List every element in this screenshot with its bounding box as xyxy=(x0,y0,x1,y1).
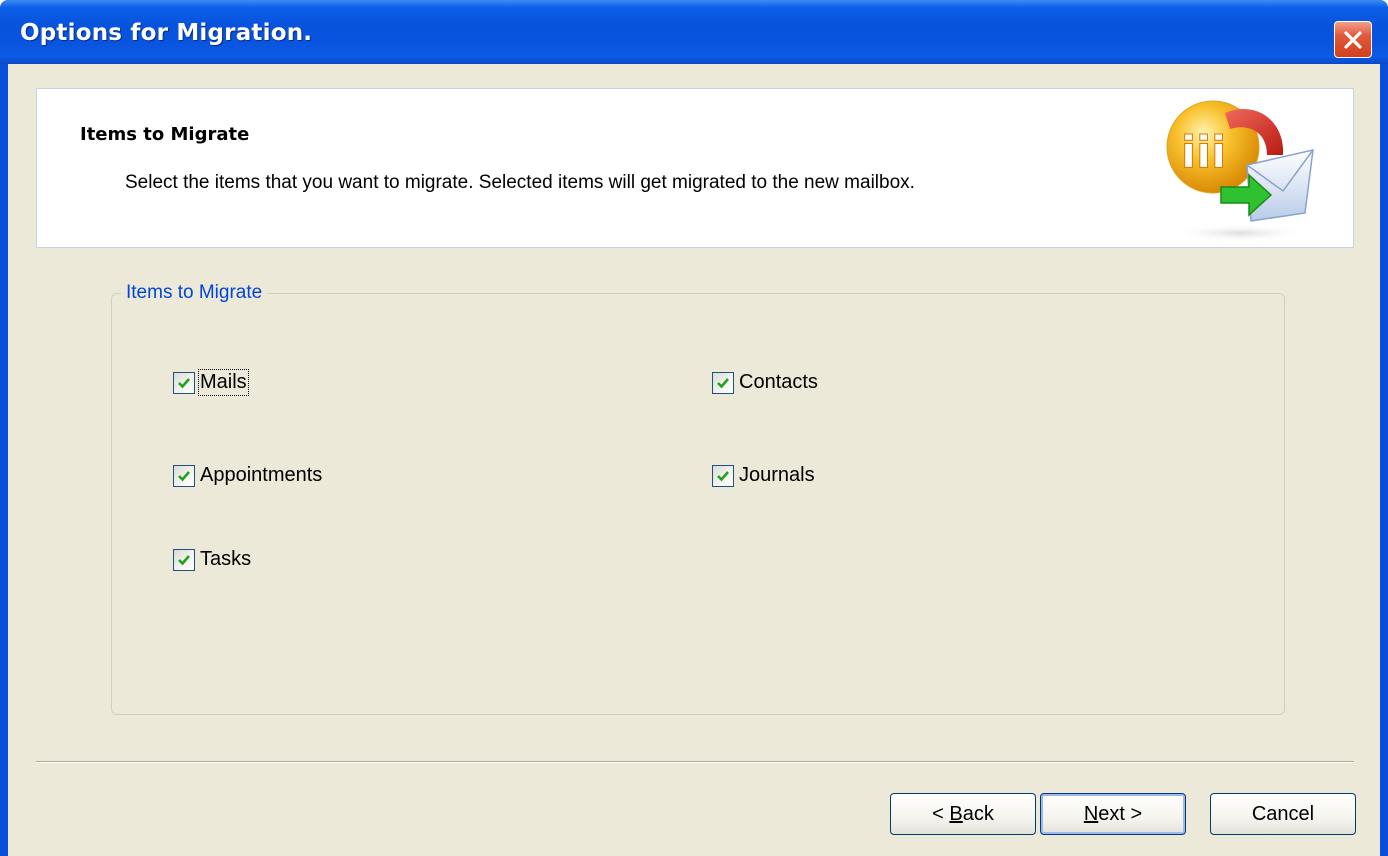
checkbox-label: Tasks xyxy=(200,548,252,570)
checkbox-label: Contacts xyxy=(739,371,818,393)
checkbox-journals[interactable]: Journals xyxy=(712,464,815,487)
groupbox-legend: Items to Migrate xyxy=(121,282,268,304)
checkbox-box[interactable] xyxy=(173,464,195,487)
checkbox-label: Appointments xyxy=(200,464,323,486)
close-x-icon xyxy=(1344,30,1362,49)
checkmark-icon xyxy=(717,470,729,481)
header-title: Items to Migrate xyxy=(80,124,250,145)
header-panel: Items to Migrate Select the items that y… xyxy=(36,88,1354,248)
checkmark-icon xyxy=(178,554,190,565)
migration-logo-icon: iii xyxy=(1166,100,1314,242)
checkbox-box[interactable] xyxy=(173,371,195,394)
svg-text:iii: iii xyxy=(1181,127,1226,178)
close-button[interactable] xyxy=(1334,21,1372,58)
back-mnemonic: B xyxy=(949,802,963,825)
back-prefix: < xyxy=(932,802,950,825)
checkbox-label: Mails xyxy=(198,369,249,396)
checkmark-icon xyxy=(178,377,190,388)
back-button[interactable]: < Back xyxy=(890,793,1036,835)
back-rest: ack xyxy=(962,802,994,825)
checkmark-icon xyxy=(717,377,729,388)
next-mnemonic: N xyxy=(1083,802,1099,825)
checkbox-tasks[interactable]: Tasks xyxy=(173,548,251,571)
cancel-button[interactable]: Cancel xyxy=(1210,793,1356,835)
dialog-client-area: Items to Migrate Select the items that y… xyxy=(8,64,1380,856)
checkbox-mails[interactable]: Mails xyxy=(173,369,249,396)
title-bar[interactable]: Options for Migration. xyxy=(0,0,1388,64)
dialog-window: Options for Migration. Items to Migrate … xyxy=(0,0,1388,856)
checkmark-icon xyxy=(178,470,190,481)
footer-separator xyxy=(36,761,1354,763)
checkbox-box[interactable] xyxy=(712,464,734,487)
header-description: Select the items that you want to migrat… xyxy=(125,172,915,193)
checkbox-appointments[interactable]: Appointments xyxy=(173,464,322,487)
checkbox-box[interactable] xyxy=(173,548,195,571)
checkbox-contacts[interactable]: Contacts xyxy=(712,371,818,394)
checkbox-label: Journals xyxy=(739,464,815,486)
next-button[interactable]: Next > xyxy=(1040,793,1186,835)
next-rest: ext > xyxy=(1098,802,1143,825)
items-groupbox xyxy=(111,293,1285,715)
window-title: Options for Migration. xyxy=(20,20,313,46)
checkbox-box[interactable] xyxy=(712,371,734,394)
